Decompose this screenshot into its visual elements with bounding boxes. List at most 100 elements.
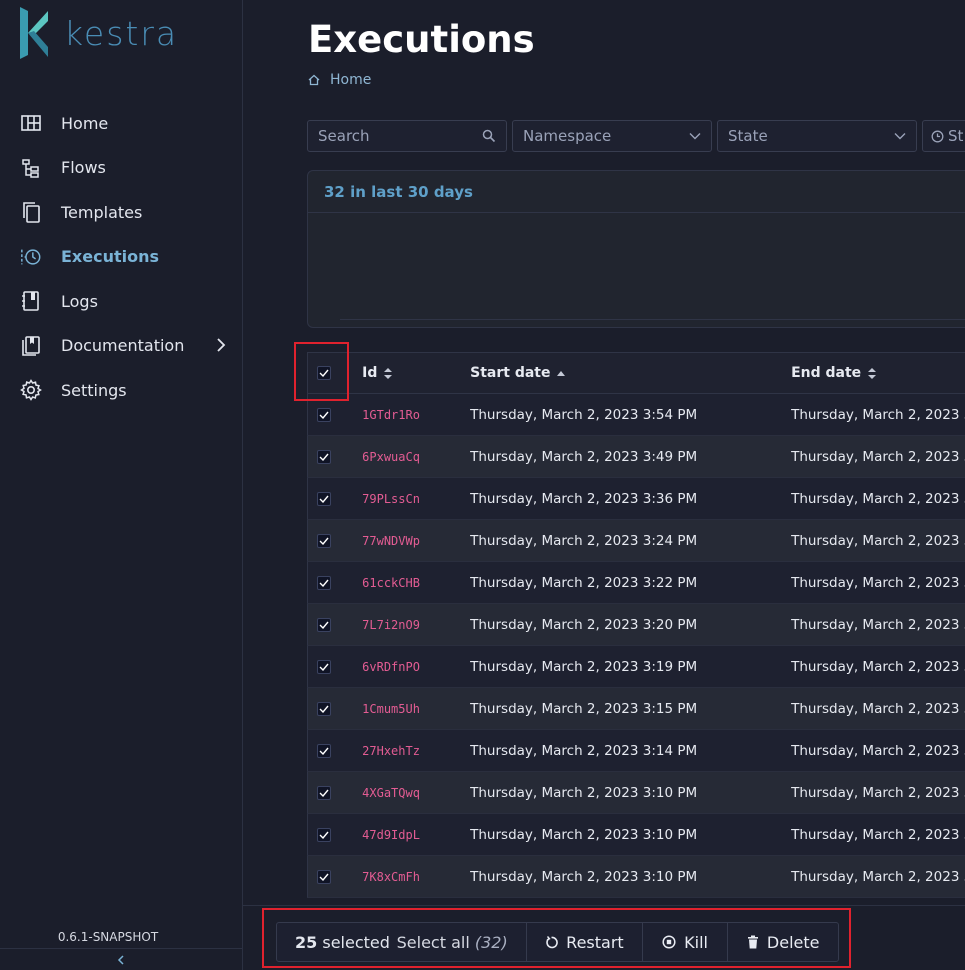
start-date-cell: Thursday, March 2, 2023 3:10 PM [470,868,698,885]
end-date-cell: Thursday, March 2, 2023 3:1 [791,700,965,717]
execution-id-link[interactable]: 7K8xCmFh [362,870,470,884]
execution-id-link[interactable]: 6PxwuaCq [362,450,470,464]
end-date-cell: Thursday, March 2, 2023 3:4 [791,448,965,465]
chevron-down-icon [894,133,906,140]
table-row[interactable]: 4XGaTQwq Thursday, March 2, 2023 3:10 PM T… [307,772,965,814]
row-checkbox[interactable] [317,533,331,548]
check-icon [319,537,329,545]
column-header-start-date[interactable]: Start date [470,365,791,381]
end-date-cell: Thursday, March 2, 2023 3:1 [791,826,965,843]
search-input[interactable]: Search [307,120,507,152]
sidebar-item-logs[interactable]: Logs [0,279,242,324]
row-checkbox[interactable] [317,575,331,590]
end-date-cell: Thursday, March 2, 2023 3:1 [791,658,965,675]
row-select-cell [308,659,362,674]
start-date-cell: Thursday, March 2, 2023 3:22 PM [470,574,698,591]
execution-id-link[interactable]: 6vRDfnPO [362,660,470,674]
documentation-book-icon [20,335,42,357]
row-checkbox[interactable] [317,785,331,800]
executions-table: Id Start date End date 1GTdr1Ro Thursday,… [307,352,965,898]
check-icon [319,579,329,587]
chevron-down-icon [689,133,701,140]
execution-id-link[interactable]: 7L7i2nO9 [362,618,470,632]
sidebar-item-documentation[interactable]: Documentation [0,324,242,369]
table-row[interactable]: 79PLssCn Thursday, March 2, 2023 3:36 PM T… [307,478,965,520]
row-select-cell [308,575,362,590]
sidebar: kestra Home Flows Templates Executions L… [0,0,243,970]
end-date-cell: Thursday, March 2, 2023 3:2 [791,574,965,591]
sidebar-item-settings[interactable]: Settings [0,368,242,413]
row-checkbox[interactable] [317,827,331,842]
check-icon [319,453,329,461]
stats-title: 32 in last 30 days [324,183,473,201]
row-select-cell [308,743,362,758]
start-date-cell: Thursday, March 2, 2023 3:54 PM [470,406,698,423]
sidebar-collapse-button[interactable] [0,948,242,970]
home-icon [308,74,320,86]
execution-id-link[interactable]: 1Cmum5Uh [362,702,470,716]
kestra-logo-text: kestra [64,13,179,53]
sidebar-item-templates[interactable]: Templates [0,190,242,235]
sidebar-item-home[interactable]: Home [0,101,242,146]
kestra-logo[interactable]: kestra [20,6,178,60]
highlight-bulk-actions [262,908,851,968]
execution-id-link[interactable]: 47d9IdpL [362,828,470,842]
table-row[interactable]: 1Cmum5Uh Thursday, March 2, 2023 3:15 PM T… [307,688,965,730]
end-date-cell: Thursday, March 2, 2023 3:1 [791,742,965,759]
execution-id-link[interactable]: 79PLssCn [362,492,470,506]
execution-id-link[interactable]: 4XGaTQwq [362,786,470,800]
table-row[interactable]: 47d9IdpL Thursday, March 2, 2023 3:10 PM T… [307,814,965,856]
sidebar-item-label: Documentation [61,336,185,356]
breadcrumb-home-link[interactable]: Home [330,72,371,88]
table-row[interactable]: 77wNDVWp Thursday, March 2, 2023 3:24 PM T… [307,520,965,562]
check-icon [319,789,329,797]
execution-id-link[interactable]: 1GTdr1Ro [362,408,470,422]
start-date-filter[interactable]: St [922,120,965,152]
namespace-placeholder: Namespace [523,127,612,145]
row-checkbox[interactable] [317,701,331,716]
sidebar-item-executions[interactable]: Executions [0,235,242,280]
row-select-cell [308,869,362,884]
row-checkbox[interactable] [317,617,331,632]
chart-baseline [340,319,965,320]
start-date-placeholder: St [948,127,964,145]
table-row[interactable]: 7L7i2nO9 Thursday, March 2, 2023 3:20 PM T… [307,604,965,646]
sidebar-nav: Home Flows Templates Executions Logs Doc… [0,101,242,413]
table-row[interactable]: 6PxwuaCq Thursday, March 2, 2023 3:49 PM T… [307,436,965,478]
kestra-logo-icon [20,7,48,59]
table-row[interactable]: 6vRDfnPO Thursday, March 2, 2023 3:19 PM T… [307,646,965,688]
table-row[interactable]: 61cckCHB Thursday, March 2, 2023 3:22 PM T… [307,562,965,604]
execution-id-link[interactable]: 61cckCHB [362,576,470,590]
end-date-cell: Thursday, March 2, 2023 3:2 [791,616,965,633]
check-icon [319,621,329,629]
chevron-left-icon [117,954,124,965]
highlight-select-all [294,342,349,401]
row-select-cell [308,827,362,842]
executions-stats-card: 32 in last 30 days [307,170,965,328]
state-select[interactable]: State [717,120,917,152]
column-header-id[interactable]: Id [362,365,470,381]
row-checkbox[interactable] [317,491,331,506]
column-header-end-date[interactable]: End date [791,365,965,381]
start-date-cell: Thursday, March 2, 2023 3:14 PM [470,742,698,759]
execution-id-link[interactable]: 77wNDVWp [362,534,470,548]
namespace-select[interactable]: Namespace [512,120,712,152]
table-row[interactable]: 27HxehTz Thursday, March 2, 2023 3:14 PM T… [307,730,965,772]
row-checkbox[interactable] [317,407,331,422]
row-checkbox[interactable] [317,659,331,674]
row-select-cell [308,617,362,632]
flows-tree-icon [20,157,42,179]
end-date-cell: Thursday, March 2, 2023 3:2 [791,532,965,549]
table-row[interactable]: 7K8xCmFh Thursday, March 2, 2023 3:10 PM T… [307,856,965,898]
table-header: Id Start date End date [307,352,965,394]
row-checkbox[interactable] [317,869,331,884]
chevron-right-icon [216,337,226,357]
sidebar-item-flows[interactable]: Flows [0,146,242,191]
row-select-cell [308,533,362,548]
row-checkbox[interactable] [317,743,331,758]
divider [308,212,965,213]
search-placeholder: Search [318,127,370,145]
table-row[interactable]: 1GTdr1Ro Thursday, March 2, 2023 3:54 PM T… [307,394,965,436]
row-checkbox[interactable] [317,449,331,464]
execution-id-link[interactable]: 27HxehTz [362,744,470,758]
